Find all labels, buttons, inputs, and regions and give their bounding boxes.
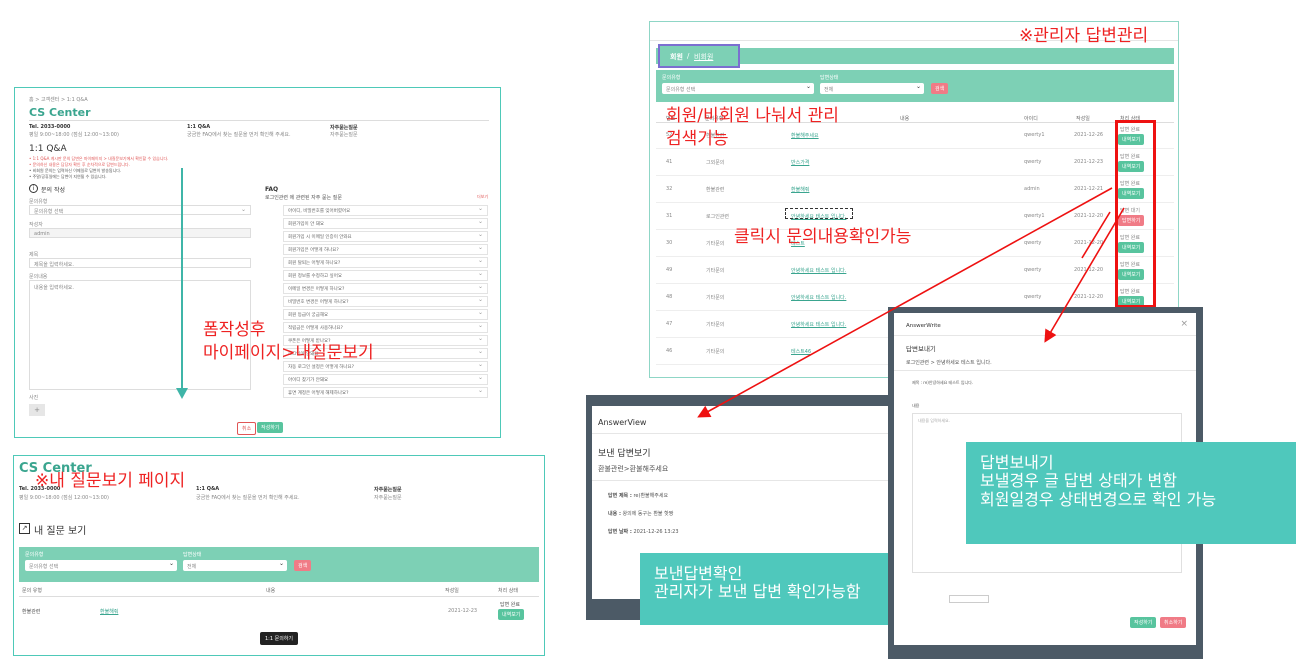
arrow-to-admin	[1081, 211, 1111, 259]
arrow-to-answer-write	[1044, 207, 1125, 343]
connector-arrows	[697, 187, 1125, 418]
arrow-to-answer-view	[697, 187, 1113, 418]
